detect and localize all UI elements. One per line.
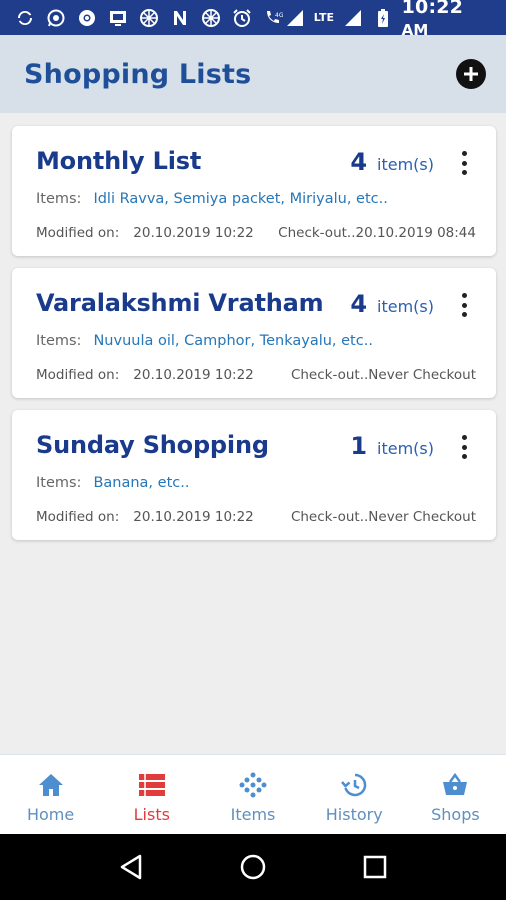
more-vert-icon (461, 293, 467, 298)
items-value: Idli Ravva, Semiya packet, Miriyalu, etc… (93, 191, 388, 207)
list-name: Varalakshmi Vratham (36, 289, 324, 317)
recents-button[interactable] (360, 852, 390, 882)
signal-icon-2 (342, 7, 364, 29)
chrome-icon (76, 7, 98, 29)
items-value: Banana, etc.. (93, 475, 190, 491)
meta-row: Modified on: 20.10.2019 10:22 Check-out.… (36, 509, 476, 525)
modified-label: Modified on: (36, 225, 120, 241)
items-label: Items: (36, 475, 82, 491)
items-value: Nuvuula oil, Camphor, Tenkayalu, etc.. (93, 333, 373, 349)
time-value: 10:22 (401, 0, 464, 18)
nav-lists[interactable]: Lists (101, 755, 202, 834)
pinwheel-icon-2 (200, 7, 222, 29)
system-icons: LTE 10:22 AM (284, 0, 496, 40)
back-button[interactable] (116, 852, 146, 882)
battery-icon (372, 7, 394, 29)
nav-home[interactable]: Home (0, 755, 101, 834)
pinwheel-icon (138, 7, 160, 29)
volte-call-icon: 4G (262, 7, 284, 29)
bottom-navigation: Home Lists Items History Shops (0, 754, 506, 834)
svg-text:4G: 4G (275, 12, 283, 19)
status-bar: 4G LTE 10:22 AM (0, 0, 506, 39)
screencast-icon (107, 7, 129, 29)
home-system-button[interactable] (238, 852, 268, 882)
list-count: 4 item(s) (350, 148, 434, 176)
notification-icons: 4G (14, 7, 284, 29)
nav-label: Lists (133, 805, 170, 824)
list-name: Sunday Shopping (36, 431, 269, 459)
list-name: Monthly List (36, 147, 202, 175)
home-icon (36, 771, 66, 799)
list-card[interactable]: Sunday Shopping 1 item(s) Items: Banana,… (12, 410, 496, 540)
more-options-button[interactable] (460, 151, 468, 175)
modified-date: 20.10.2019 10:22 (133, 225, 254, 241)
checkout-status: Check-out..20.10.2019 08:44 (278, 225, 476, 241)
whatsapp-icon (45, 7, 67, 29)
meta-row: Modified on: 20.10.2019 10:22 Check-out.… (36, 225, 476, 241)
n-app-icon (169, 7, 191, 29)
list-count: 4 item(s) (350, 290, 434, 318)
system-navigation-bar (0, 834, 506, 900)
lists-icon (137, 771, 167, 799)
item-count-unit: item(s) (377, 297, 434, 316)
items-row: Items: Banana, etc.. (36, 475, 189, 491)
more-vert-icon (461, 435, 467, 440)
nav-label: History (325, 805, 383, 824)
more-options-button[interactable] (460, 293, 468, 317)
items-row: Items: Nuvuula oil, Camphor, Tenkayalu, … (36, 333, 373, 349)
back-icon (120, 854, 142, 880)
more-options-button[interactable] (460, 435, 468, 459)
add-list-button[interactable] (456, 59, 486, 89)
list-count: 1 item(s) (350, 432, 434, 460)
nav-label: Home (26, 805, 75, 824)
app-bar: Shopping Lists (0, 35, 506, 113)
item-count: 4 (350, 148, 368, 176)
modified-label: Modified on: (36, 367, 120, 383)
list-card[interactable]: Varalakshmi Vratham 4 item(s) Items: Nuv… (12, 268, 496, 398)
shopping-lists: Monthly List 4 item(s) Items: Idli Ravva… (12, 126, 496, 552)
items-row: Items: Idli Ravva, Semiya packet, Miriya… (36, 191, 388, 207)
items-label: Items: (36, 333, 82, 349)
more-vert-icon (461, 151, 467, 156)
list-card[interactable]: Monthly List 4 item(s) Items: Idli Ravva… (12, 126, 496, 256)
recents-icon (363, 855, 387, 879)
status-time: 10:22 AM (402, 0, 496, 40)
items-icon (238, 771, 268, 799)
items-label: Items: (36, 191, 82, 207)
page-title: Shopping Lists (24, 58, 252, 90)
nav-history[interactable]: History (304, 755, 405, 834)
modified-label: Modified on: (36, 509, 120, 525)
meta-row: Modified on: 20.10.2019 10:22 Check-out.… (36, 367, 476, 383)
modified-date: 20.10.2019 10:22 (133, 367, 254, 383)
plus-icon (464, 67, 478, 81)
item-count: 4 (350, 290, 368, 318)
checkout-status: Check-out..Never Checkout (290, 509, 476, 525)
nav-items[interactable]: Items (202, 755, 303, 834)
home-circle-icon (240, 854, 266, 880)
network-type: LTE (313, 10, 335, 24)
nav-label: Items (230, 805, 276, 824)
modified-date: 20.10.2019 10:22 (133, 509, 254, 525)
alarm-icon (231, 7, 253, 29)
item-count-unit: item(s) (377, 155, 434, 174)
basket-icon (440, 771, 470, 799)
item-count-unit: item(s) (377, 439, 434, 458)
history-icon (339, 771, 369, 799)
sync-icon (14, 7, 36, 29)
checkout-status: Check-out..Never Checkout (290, 367, 476, 383)
nav-label: Shops (431, 805, 480, 824)
signal-icon (284, 7, 306, 29)
item-count: 1 (350, 432, 368, 460)
nav-shops[interactable]: Shops (405, 755, 506, 834)
